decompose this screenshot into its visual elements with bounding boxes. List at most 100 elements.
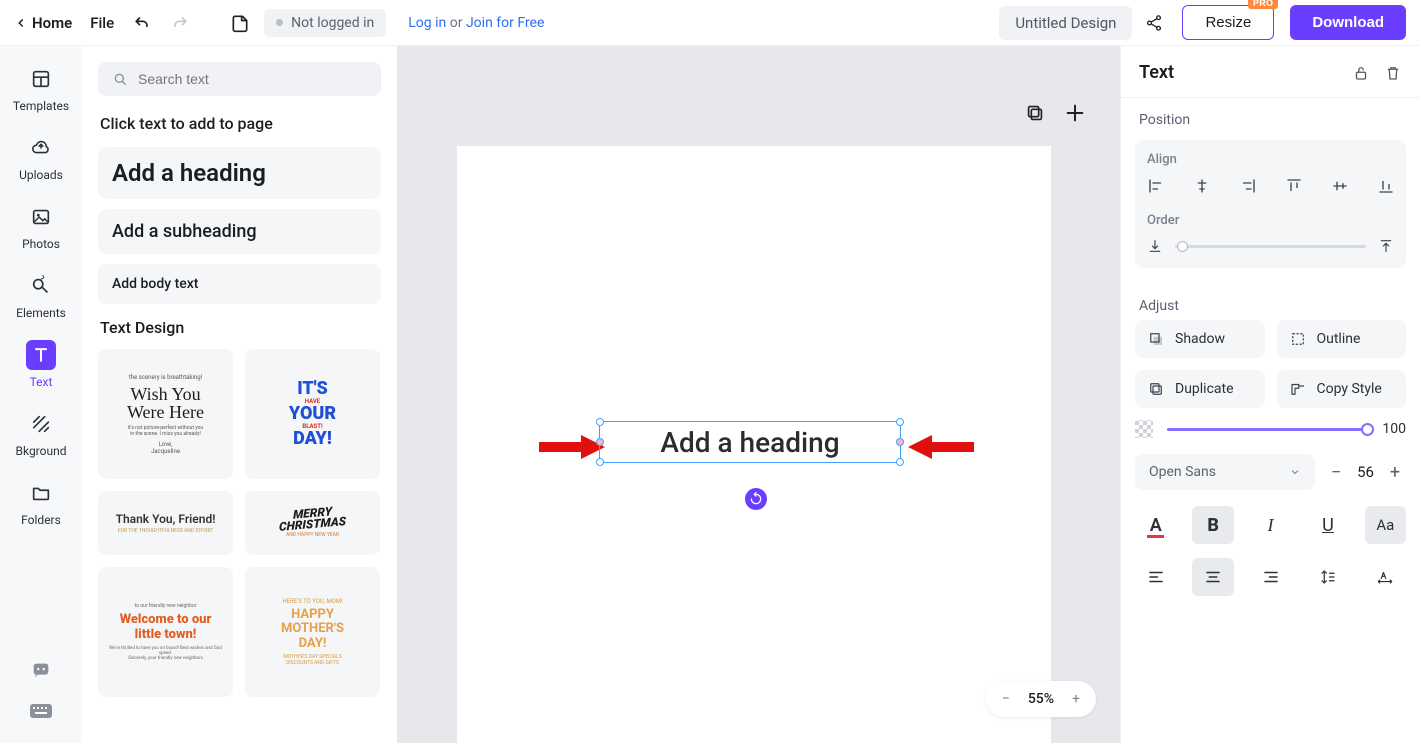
- home-link[interactable]: Home: [14, 14, 72, 32]
- align-right-button[interactable]: [1239, 177, 1257, 195]
- design-thumb[interactable]: HERE'S TO YOU, MOM! HAPPYMOTHER'SDAY! MO…: [245, 567, 380, 697]
- italic-button[interactable]: I: [1250, 506, 1291, 544]
- opacity-value: 100: [1382, 421, 1406, 437]
- rotate-handle[interactable]: [745, 488, 767, 510]
- resize-handle[interactable]: [896, 458, 904, 466]
- chevron-left-icon: [14, 16, 28, 30]
- order-back-button[interactable]: [1147, 238, 1163, 254]
- order-slider[interactable]: [1175, 245, 1366, 248]
- design-title[interactable]: Untitled Design: [999, 6, 1132, 40]
- zoom-value: 55%: [1028, 691, 1054, 707]
- text-color-button[interactable]: A: [1135, 506, 1176, 544]
- nav-folders[interactable]: Folders: [10, 478, 72, 527]
- copy-icon: [1024, 102, 1046, 124]
- design-thumb[interactable]: IT'S HAVE YOUR BLAST! DAY!: [245, 349, 380, 479]
- nav-templates[interactable]: Templates: [10, 64, 72, 113]
- font-size-dec[interactable]: −: [1325, 461, 1347, 483]
- nav-chat[interactable]: [30, 659, 52, 681]
- align-hcenter-button[interactable]: [1193, 177, 1211, 195]
- folders-icon: [30, 482, 52, 504]
- file-menu[interactable]: File: [90, 14, 114, 32]
- underline-button[interactable]: U: [1307, 506, 1348, 544]
- zoom-in-button[interactable]: +: [1072, 691, 1080, 707]
- line-height-button[interactable]: [1307, 558, 1348, 596]
- nav-uploads[interactable]: Uploads: [10, 133, 72, 182]
- photos-icon: [30, 206, 52, 228]
- align-vcenter-button[interactable]: [1331, 177, 1349, 195]
- align-right-icon: [1239, 177, 1257, 195]
- duplicate-page-button[interactable]: [1024, 102, 1046, 124]
- resize-handle[interactable]: [596, 418, 604, 426]
- bold-button[interactable]: B: [1192, 506, 1233, 544]
- resize-handle[interactable]: [896, 418, 904, 426]
- inspector: Text Position Align Order: [1120, 46, 1420, 743]
- nav-keyboard[interactable]: [29, 703, 53, 721]
- text-align-left-button[interactable]: [1135, 558, 1176, 596]
- text-right-icon: [1262, 568, 1280, 586]
- add-body-button[interactable]: Add body text: [98, 264, 381, 304]
- lock-button[interactable]: [1352, 64, 1370, 82]
- rotate-icon: [749, 492, 763, 506]
- login-link[interactable]: Log in: [408, 15, 446, 31]
- panel-prompt: Click text to add to page: [100, 114, 381, 133]
- copy-style-icon: [1289, 380, 1307, 398]
- search-input[interactable]: [138, 71, 367, 87]
- save-button[interactable]: [230, 13, 250, 33]
- add-heading-button[interactable]: Add a heading: [98, 147, 381, 199]
- canvas[interactable]: Add a heading: [457, 146, 1051, 743]
- design-thumb[interactable]: Thank You, Friend! FOR THE THOUGHTFULNES…: [98, 491, 233, 555]
- shadow-icon: [1147, 330, 1165, 348]
- add-page-button[interactable]: [1064, 102, 1086, 124]
- duplicate-icon: [1147, 380, 1165, 398]
- copy-style-button[interactable]: Copy Style: [1277, 370, 1407, 408]
- resize-handle[interactable]: [596, 438, 604, 446]
- nav-bkground[interactable]: Bkground: [10, 409, 72, 458]
- arrow-left-indicator: [539, 435, 605, 459]
- nav-text[interactable]: Text: [10, 340, 72, 389]
- design-thumb[interactable]: to our friendly new neighbor Welcome to …: [98, 567, 233, 697]
- align-bottom-button[interactable]: [1377, 177, 1395, 195]
- text-case-button[interactable]: Aa: [1365, 506, 1406, 544]
- order-label: Order: [1147, 213, 1394, 228]
- join-link[interactable]: Join for Free: [466, 15, 544, 31]
- letter-spacing-button[interactable]: [1365, 558, 1406, 596]
- chevron-down-icon: [1289, 466, 1301, 478]
- nav-elements[interactable]: Elements: [10, 271, 72, 320]
- add-subheading-button[interactable]: Add a subheading: [98, 209, 381, 254]
- chat-icon: [30, 659, 52, 681]
- selected-textbox[interactable]: Add a heading: [599, 421, 901, 463]
- outline-button[interactable]: Outline: [1277, 320, 1407, 358]
- design-thumb[interactable]: the scenery is breathtaking! Wish YouWer…: [98, 349, 233, 479]
- align-top-button[interactable]: [1285, 177, 1303, 195]
- text-align-right-button[interactable]: [1250, 558, 1291, 596]
- font-select[interactable]: Open Sans: [1135, 454, 1315, 490]
- search-box[interactable]: [98, 62, 381, 96]
- canvas-area[interactable]: Add a heading − 55% +: [397, 46, 1120, 743]
- design-thumb[interactable]: MERRYCHRISTMAS AND HAPPY NEW YEAR: [245, 491, 380, 555]
- duplicate-button[interactable]: Duplicate: [1135, 370, 1265, 408]
- opacity-icon: [1135, 420, 1153, 438]
- plus-icon: [1064, 102, 1086, 124]
- text-align-center-button[interactable]: [1192, 558, 1233, 596]
- undo-button[interactable]: [132, 13, 152, 33]
- nav-elements-label: Elements: [16, 306, 66, 320]
- undo-icon: [132, 13, 152, 33]
- download-button[interactable]: Download: [1290, 5, 1406, 40]
- share-button[interactable]: [1144, 13, 1164, 33]
- order-front-button[interactable]: [1378, 238, 1394, 254]
- nav-photos[interactable]: Photos: [10, 202, 72, 251]
- delete-button[interactable]: [1384, 64, 1402, 82]
- resize-handle[interactable]: [896, 438, 904, 446]
- opacity-slider[interactable]: [1167, 428, 1368, 431]
- keyboard-icon: [29, 703, 53, 721]
- align-left-button[interactable]: [1147, 177, 1165, 195]
- zoom-out-button[interactable]: −: [1002, 691, 1010, 707]
- resize-handle[interactable]: [596, 458, 604, 466]
- shadow-button[interactable]: Shadow: [1135, 320, 1265, 358]
- nav-rail: Templates Uploads Photos Elements Text B…: [0, 46, 82, 743]
- font-size-inc[interactable]: +: [1384, 461, 1406, 483]
- bring-back-icon: [1147, 238, 1163, 254]
- textbox-content: Add a heading: [660, 426, 839, 459]
- resize-button[interactable]: Resize PRO: [1182, 5, 1274, 40]
- status-text: Not logged in: [291, 15, 374, 31]
